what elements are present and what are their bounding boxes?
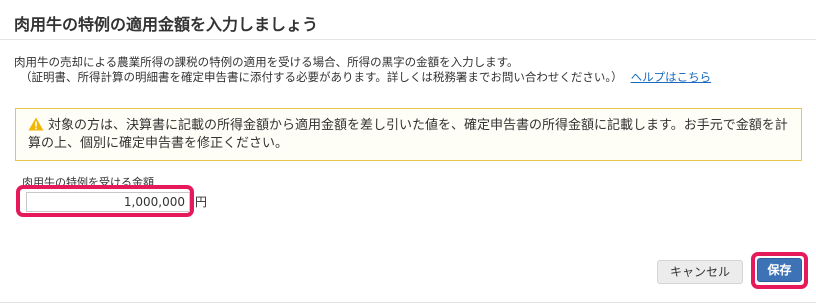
dialog: 肉用牛の特例の適用金額を入力しましょう 肉用牛の売却による農業所得の課税の特例の… <box>0 0 816 303</box>
warning-text: 対象の方は、決算書に記載の所得金額から適用金額を差し引いた値を、確定申告書の所得… <box>28 118 788 151</box>
warning-triangle-icon <box>28 117 44 131</box>
cancel-button[interactable]: キャンセル <box>657 260 743 284</box>
save-button[interactable]: 保存 <box>757 258 802 282</box>
description-line-1: 肉用牛の売却による農業所得の課税の特例の適用を受ける場合、所得の黒字の金額を入力… <box>14 55 519 69</box>
amount-unit: 円 <box>195 195 208 209</box>
dialog-title: 肉用牛の特例の適用金額を入力しましょう <box>14 15 319 34</box>
description-line-2: （証明書、所得計算の明細書を確定申告書に添付する必要があります。詳しくは税務署ま… <box>20 70 623 84</box>
help-link[interactable]: ヘルプはこちら <box>631 70 712 84</box>
description-line-2-row: （証明書、所得計算の明細書を確定申告書に添付する必要があります。詳しくは税務署ま… <box>14 70 711 85</box>
description: 肉用牛の売却による農業所得の課税の特例の適用を受ける場合、所得の黒字の金額を入力… <box>14 55 711 85</box>
amount-input[interactable] <box>26 192 190 212</box>
title-divider <box>0 39 816 40</box>
warning-box: 対象の方は、決算書に記載の所得金額から適用金額を差し引いた値を、確定申告書の所得… <box>15 108 802 161</box>
